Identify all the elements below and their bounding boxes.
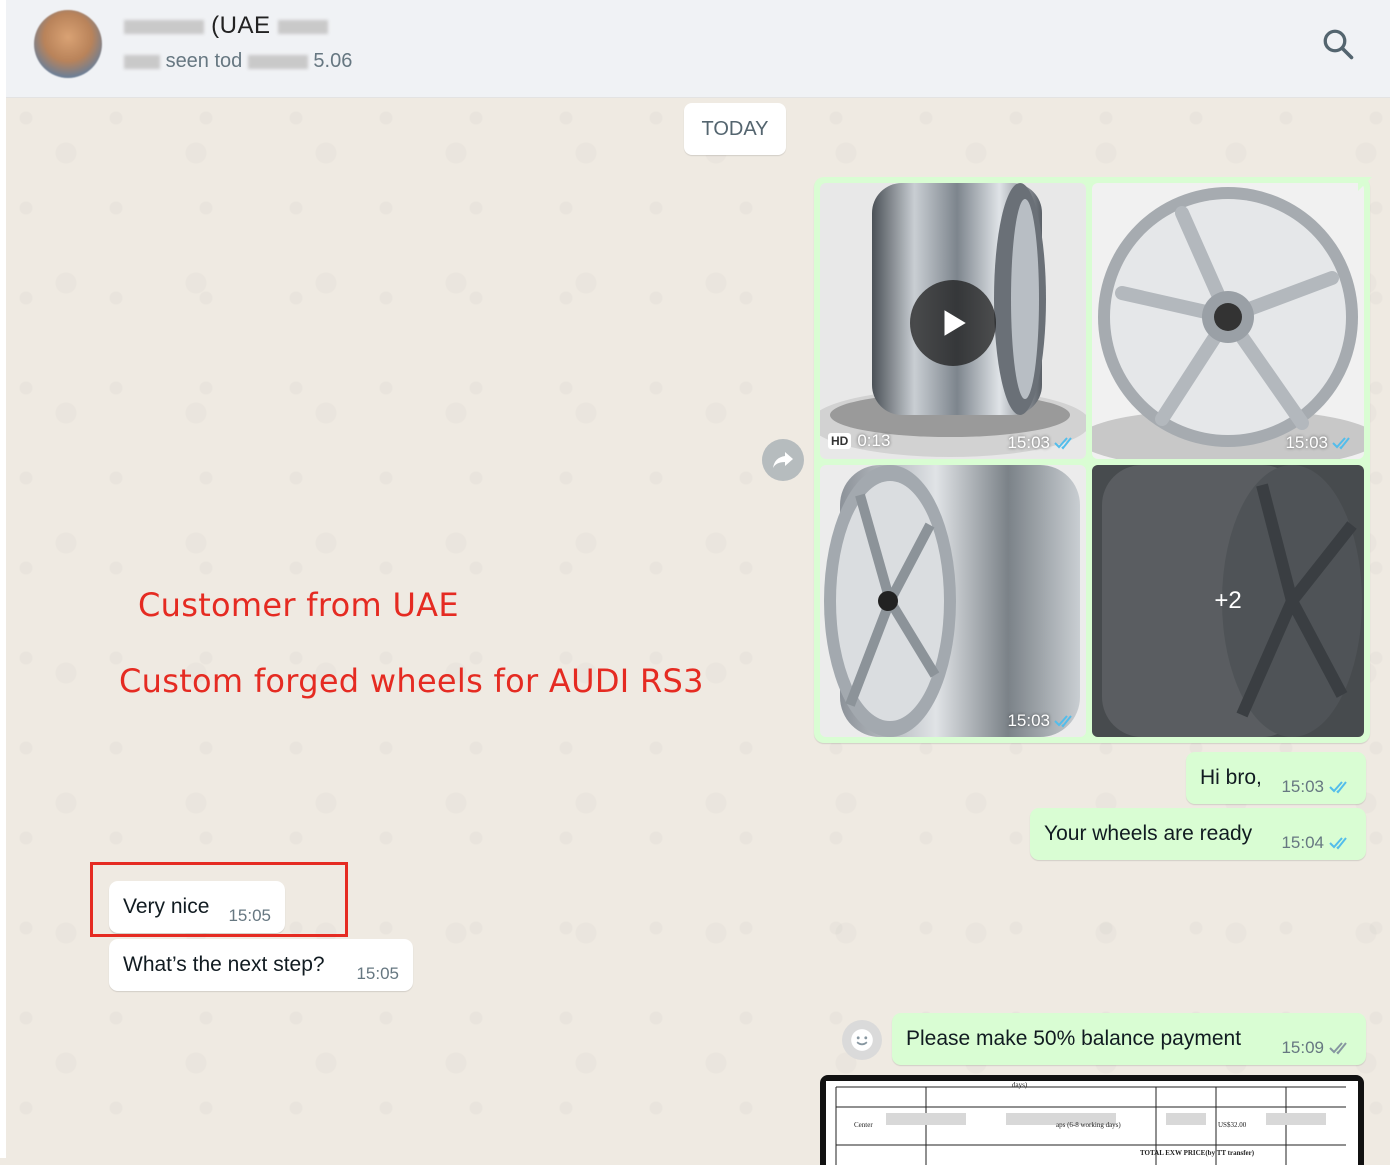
play-button[interactable] [910, 280, 996, 366]
forward-icon [773, 452, 793, 468]
wheel-photo-thumbnail [1092, 183, 1364, 459]
more-media-count[interactable]: +2 [1092, 465, 1364, 737]
delivered-ticks-icon [1329, 1042, 1347, 1055]
read-ticks-icon [1332, 437, 1350, 450]
media-timestamp: 15:03 [1285, 433, 1354, 453]
media-timestamp: 15:03 [1007, 711, 1076, 731]
highlight-box [90, 862, 348, 937]
message-time: 15:04 [1281, 833, 1324, 852]
message-text: Hi bro, [1200, 766, 1262, 789]
wheel-photo-thumbnail [820, 465, 1086, 737]
hd-badge: HD [828, 433, 852, 449]
message-time: 15:03 [1281, 777, 1324, 796]
message-text: Please make 50% balance payment [906, 1027, 1242, 1050]
contact-avatar[interactable] [34, 10, 102, 78]
document-page: days) Center aps (6-8 working days) US$3… [826, 1081, 1358, 1165]
message-bubble-outgoing[interactable]: Your wheels are ready 15:04 [1030, 808, 1366, 860]
play-icon [944, 310, 966, 336]
message-text: What’s the next step? [123, 953, 325, 976]
message-meta: 15:05 [356, 964, 399, 984]
chat-panel[interactable]: TODAY HD 0:13 15:03 15:03 15:03 +2 Custo… [6, 98, 1390, 1165]
media-album-bubble[interactable]: HD 0:13 15:03 15:03 15:03 +2 [814, 177, 1370, 743]
read-ticks-icon [1054, 437, 1072, 450]
redacted-name [124, 19, 204, 34]
message-text: Your wheels are ready [1044, 822, 1253, 845]
message-bubble-outgoing[interactable]: Hi bro, 15:03 [1186, 752, 1366, 804]
message-time: 15:05 [356, 964, 399, 983]
date-chip: TODAY [684, 103, 786, 155]
video-info: HD 0:13 [828, 431, 890, 451]
read-ticks-icon [1054, 715, 1072, 728]
emoji-reaction-button[interactable] [842, 1020, 882, 1060]
forward-button[interactable] [762, 439, 804, 481]
annotation-product: Custom forged wheels for AUDI RS3 [119, 662, 704, 700]
redacted-status-mid [247, 54, 308, 69]
redacted-name-suffix [277, 19, 328, 34]
bubble-tail [1358, 177, 1372, 191]
message-bubble-incoming[interactable]: What’s the next step? 15:05 [109, 939, 413, 991]
read-ticks-icon [1329, 837, 1347, 850]
media-timestamp: 15:03 [1007, 433, 1076, 453]
message-meta: 15:09 [1281, 1038, 1352, 1058]
message-time: 15:09 [1281, 1038, 1324, 1057]
media-tile-photo[interactable]: 15:03 [820, 465, 1086, 737]
media-tile-more[interactable]: +2 [1092, 465, 1364, 737]
document-preview[interactable]: days) Center aps (6-8 working days) US$3… [820, 1075, 1364, 1165]
search-icon[interactable] [1320, 26, 1356, 62]
smiley-icon [851, 1029, 873, 1051]
video-duration: 0:13 [857, 431, 891, 450]
media-tile-photo[interactable]: 15:03 [1092, 183, 1364, 459]
contact-name[interactable]: (UAE [124, 12, 328, 40]
message-meta: 15:04 [1281, 833, 1352, 853]
annotation-customer: Customer from UAE [138, 586, 459, 624]
message-bubble-outgoing[interactable]: Please make 50% balance payment 15:09 [892, 1013, 1366, 1065]
read-ticks-icon [1329, 781, 1347, 794]
message-meta: 15:03 [1281, 777, 1352, 797]
chat-header: (UAE seen tod 5.06 [6, 0, 1390, 98]
media-tile-video[interactable]: HD 0:13 15:03 [820, 183, 1086, 459]
redacted-status [124, 54, 160, 69]
contact-status: seen tod 5.06 [124, 50, 352, 73]
